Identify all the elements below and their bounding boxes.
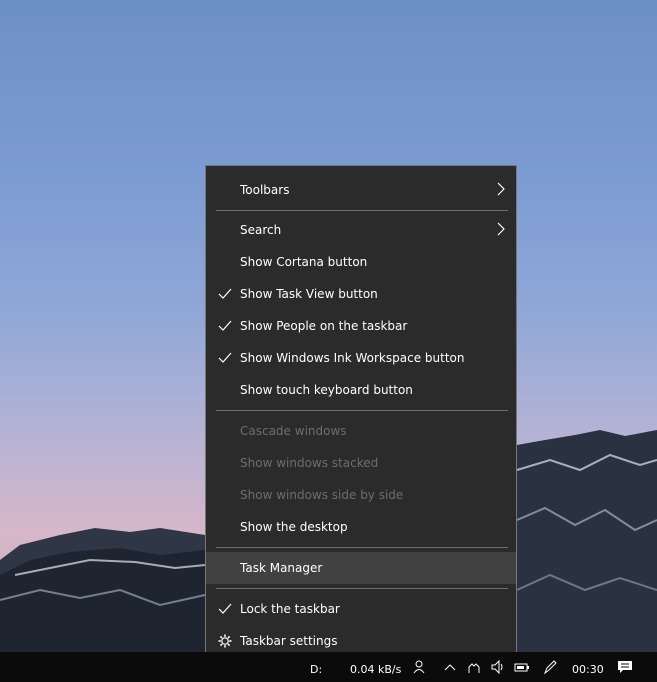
menu-item-label: Show Task View button <box>240 287 378 301</box>
menu-separator <box>216 588 508 589</box>
chevron-up-icon[interactable] <box>442 659 458 675</box>
clock[interactable]: 00:30 <box>572 663 604 676</box>
menu-separator <box>216 547 508 548</box>
menu-item-show-windows-ink[interactable]: Show Windows Ink Workspace button <box>206 342 516 374</box>
volume-icon[interactable] <box>490 659 506 675</box>
action-center-icon[interactable] <box>617 659 633 675</box>
menu-item-cascade-windows: Cascade windows <box>206 415 516 447</box>
menu-item-show-people[interactable]: Show People on the taskbar <box>206 310 516 342</box>
menu-item-label: Show touch keyboard button <box>240 383 413 397</box>
checkmark-icon <box>218 603 232 614</box>
menu-item-search[interactable]: Search <box>206 214 516 246</box>
menu-item-label: Show People on the taskbar <box>240 319 408 333</box>
gear-icon <box>218 634 232 648</box>
taskbar-context-menu: Toolbars Search Show Cortana button Show… <box>205 165 517 665</box>
battery-icon[interactable] <box>514 659 530 675</box>
ink-pen-icon[interactable] <box>542 659 558 675</box>
menu-item-label: Show windows stacked <box>240 456 379 470</box>
menu-item-show-cortana-button[interactable]: Show Cortana button <box>206 246 516 278</box>
menu-item-label: Show Windows Ink Workspace button <box>240 351 465 365</box>
menu-item-label: Show windows side by side <box>240 488 404 502</box>
touch-keyboard-icon[interactable] <box>466 659 482 675</box>
chevron-right-icon <box>497 222 505 236</box>
menu-item-show-the-desktop[interactable]: Show the desktop <box>206 511 516 543</box>
menu-item-show-touch-keyboard[interactable]: Show touch keyboard button <box>206 374 516 406</box>
drive-label: D: <box>310 663 323 676</box>
checkmark-icon <box>218 352 232 363</box>
menu-item-label: Task Manager <box>240 561 323 575</box>
menu-separator <box>216 410 508 411</box>
menu-item-show-task-view-button[interactable]: Show Task View button <box>206 278 516 310</box>
checkmark-icon <box>218 320 232 331</box>
chevron-right-icon <box>497 182 505 196</box>
menu-item-label: Taskbar settings <box>240 634 338 648</box>
menu-item-show-windows-stacked: Show windows stacked <box>206 447 516 479</box>
network-speed: 0.04 kB/s <box>350 663 402 676</box>
menu-item-label: Show Cortana button <box>240 255 368 269</box>
menu-item-lock-the-taskbar[interactable]: Lock the taskbar <box>206 593 516 625</box>
checkmark-icon <box>218 288 232 299</box>
menu-item-task-manager[interactable]: Task Manager <box>206 552 516 584</box>
menu-item-label: Show the desktop <box>240 520 348 534</box>
menu-item-label: Lock the taskbar <box>240 602 340 616</box>
menu-item-show-windows-side-by-side: Show windows side by side <box>206 479 516 511</box>
menu-item-label: Search <box>240 223 282 237</box>
menu-item-label: Cascade windows <box>240 424 347 438</box>
menu-separator <box>216 210 508 211</box>
menu-item-toolbars[interactable]: Toolbars <box>206 174 516 206</box>
people-icon[interactable] <box>412 659 428 675</box>
menu-item-label: Toolbars <box>240 183 290 197</box>
taskbar[interactable]: D: 0.04 kB/s 00:30 <box>0 652 657 682</box>
